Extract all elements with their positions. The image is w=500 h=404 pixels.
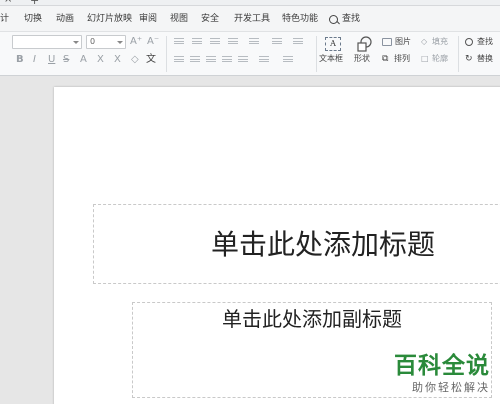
- menu-slideshow[interactable]: 幻灯片放映: [87, 6, 132, 32]
- menu-security[interactable]: 安全: [201, 6, 219, 32]
- superscript-icon[interactable]: A: [80, 54, 87, 66]
- clear-format-icon[interactable]: ◇: [131, 54, 139, 66]
- text-direction-icon[interactable]: [272, 38, 282, 47]
- chevron-down-icon: [117, 41, 123, 44]
- char-spacing-icon[interactable]: X: [114, 54, 121, 66]
- ribbon: 0 A⁺ A⁻ B I U S A X X ◇ 文 A 文本框 形状 图片 ⧉ …: [0, 32, 500, 76]
- title-placeholder-text: 单击此处添加标题: [210, 228, 435, 261]
- bold-button[interactable]: B: [16, 54, 24, 66]
- font-name-select[interactable]: [12, 35, 82, 49]
- ribbon-separator: [458, 36, 459, 72]
- menu-review[interactable]: 审阅: [139, 6, 157, 32]
- subscript-icon[interactable]: X: [97, 54, 104, 66]
- picture-button[interactable]: 图片: [395, 37, 411, 47]
- align-right-icon[interactable]: [206, 56, 216, 65]
- shape-label[interactable]: 形状: [354, 54, 370, 64]
- picture-icon: [382, 38, 392, 46]
- replace-icon: ↻: [465, 54, 473, 64]
- search-icon: [329, 14, 338, 24]
- phonetic-icon[interactable]: 文: [146, 54, 156, 66]
- indent-icon[interactable]: [228, 38, 238, 47]
- shape-icon[interactable]: [356, 36, 372, 52]
- strike-button[interactable]: S: [63, 54, 69, 66]
- shrink-font-button[interactable]: A⁻: [147, 36, 159, 48]
- menu-search[interactable]: 查找: [329, 6, 360, 32]
- font-size-value: 0: [90, 37, 96, 46]
- fill-icon: ◇: [421, 37, 428, 46]
- underline-button[interactable]: U: [48, 54, 55, 66]
- watermark-main-text: 百科全说: [394, 353, 490, 379]
- bullets-icon[interactable]: [174, 38, 184, 47]
- watermark-logo: 百科全说 助你轻松解决: [370, 352, 490, 396]
- smartart-icon[interactable]: [283, 56, 293, 65]
- align-text-icon[interactable]: [259, 56, 269, 65]
- menu-animation[interactable]: 动画: [56, 6, 74, 32]
- ribbon-separator: [166, 36, 167, 72]
- fill-button[interactable]: 填充: [432, 37, 448, 47]
- ribbon-separator: [316, 36, 317, 72]
- outline-button[interactable]: 轮廓: [432, 54, 448, 64]
- watermark-sub-text: 助你轻松解决: [412, 381, 490, 394]
- justify-icon[interactable]: [222, 56, 232, 65]
- title-placeholder[interactable]: 单击此处添加标题: [93, 204, 500, 284]
- outdent-icon[interactable]: [210, 38, 220, 47]
- find-icon: [465, 38, 473, 46]
- menu-transition[interactable]: 切换: [24, 6, 42, 32]
- replace-button[interactable]: 替换: [477, 54, 493, 64]
- line-spacing-icon[interactable]: [249, 38, 259, 47]
- menu-special-features[interactable]: 特色功能: [282, 6, 318, 32]
- subtitle-placeholder-text: 单击此处添加副标题: [222, 307, 402, 331]
- menu-design[interactable]: 计: [0, 6, 9, 32]
- menu-view[interactable]: 视图: [170, 6, 188, 32]
- chevron-down-icon: [73, 41, 79, 44]
- italic-button[interactable]: I: [33, 54, 36, 66]
- arrange-icon: ⧉: [382, 54, 389, 64]
- menu-search-label: 查找: [342, 14, 361, 24]
- numbering-icon[interactable]: [192, 38, 202, 47]
- columns-icon[interactable]: [293, 38, 303, 47]
- arrange-button[interactable]: 排列: [394, 54, 410, 64]
- align-center-icon[interactable]: [190, 56, 200, 65]
- grow-font-button[interactable]: A⁺: [130, 36, 142, 48]
- find-button[interactable]: 查找: [477, 37, 493, 47]
- outline-icon: □: [421, 54, 429, 63]
- distribute-icon[interactable]: [238, 56, 248, 65]
- text-box-label[interactable]: 文本框: [319, 54, 343, 64]
- menu-developer-tools[interactable]: 开发工具: [234, 6, 270, 32]
- menu-bar: 计 切换 动画 幻灯片放映 审阅 视图 安全 开发工具 特色功能 查找: [0, 6, 500, 32]
- text-box-icon[interactable]: A: [325, 37, 341, 51]
- align-left-icon[interactable]: [174, 56, 184, 65]
- font-size-select[interactable]: 0: [86, 35, 126, 49]
